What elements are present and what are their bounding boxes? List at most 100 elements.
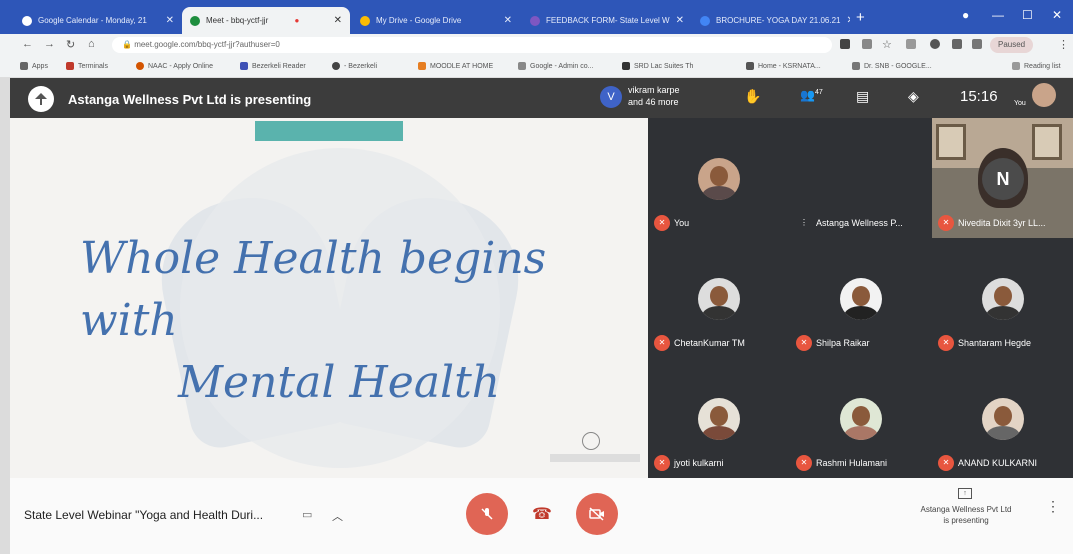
- extension-icon[interactable]: [906, 39, 916, 49]
- bookmark-icon: [518, 62, 526, 70]
- self-avatar[interactable]: [1032, 83, 1056, 107]
- participant-name: ChetanKumar TM: [674, 338, 745, 348]
- reload-icon[interactable]: ↻: [66, 38, 75, 51]
- star-icon[interactable]: ☆: [882, 38, 892, 51]
- present-screen-icon[interactable]: ↑: [958, 488, 972, 499]
- close-icon[interactable]: ✕: [498, 15, 512, 26]
- participant-name: jyoti kulkarni: [674, 458, 724, 468]
- bookmark-bezerkeli-reader[interactable]: Bezerkeli Reader: [240, 62, 306, 70]
- tree-icon: [35, 93, 47, 105]
- participant-tile[interactable]: ✕ ANAND KULKARNI: [932, 358, 1073, 478]
- bookmark-naac[interactable]: NAAC - Apply Online: [136, 62, 213, 70]
- participant-tile[interactable]: N ✕ Nivedita Dixit 3yr LL...: [932, 118, 1073, 238]
- bookmark-icon: [418, 62, 426, 70]
- profile-paused-button[interactable]: Paused: [990, 37, 1034, 53]
- people-icon[interactable]: 👥47: [800, 88, 823, 102]
- puzzle-icon[interactable]: [952, 39, 962, 49]
- bookmark-label: Terminals: [78, 62, 108, 70]
- presentation-slide: Whole Health begins with Mental Health: [10, 118, 648, 478]
- avatar: [982, 278, 1024, 320]
- bookmark-reading-list[interactable]: Reading list: [1012, 62, 1061, 70]
- bookmark-apps[interactable]: Apps: [20, 62, 48, 70]
- close-icon[interactable]: ✕: [841, 15, 851, 26]
- leave-call-icon[interactable]: ☎: [532, 504, 552, 524]
- profile-icon[interactable]: ●: [962, 8, 969, 22]
- address-bar[interactable]: 🔒 meet.google.com/bbq-yctf-jjr?authuser=…: [112, 37, 832, 53]
- captions-icon[interactable]: ▭: [302, 508, 312, 521]
- bookmark-label: Apps: [32, 62, 48, 70]
- avatar: [840, 278, 882, 320]
- participant-tile[interactable]: ✕ ChetanKumar TM: [648, 238, 790, 358]
- extension-icon[interactable]: [930, 39, 940, 49]
- tab-label: My Drive - Google Drive: [376, 16, 462, 25]
- close-window-icon[interactable]: ✕: [1052, 8, 1062, 22]
- raise-hand-icon[interactable]: ✋: [744, 88, 761, 105]
- presenting-banner: Astanga Wellness Pvt Ltd is presenting: [68, 92, 312, 107]
- bookmark-google-admin[interactable]: Google - Admin co...: [518, 62, 593, 70]
- slide-logo: [582, 432, 600, 450]
- mic-off-icon: ✕: [938, 215, 954, 231]
- close-icon[interactable]: ✕: [670, 15, 684, 26]
- tab-google-drive[interactable]: My Drive - Google Drive ✕: [352, 7, 520, 34]
- participant-tile[interactable]: ✕ Rashmi Hulamani: [790, 358, 932, 478]
- tab-brochure[interactable]: BROCHURE- YOGA DAY 21.06.21 ✕: [692, 7, 850, 34]
- activities-icon[interactable]: ◈: [908, 88, 919, 105]
- tab-google-calendar[interactable]: Google Calendar - Monday, 21 ✕: [14, 7, 182, 34]
- participant-tile-presenter[interactable]: ⋮ Astanga Wellness P...: [790, 118, 1073, 238]
- camera-off-icon: [589, 507, 604, 521]
- chat-icon[interactable]: ▤: [856, 88, 869, 105]
- tab-label: Google Calendar - Monday, 21: [38, 16, 147, 25]
- quote-line-2: Mental Health: [178, 357, 501, 408]
- tab-feedback-form[interactable]: FEEDBACK FORM- State Level W ✕: [522, 7, 690, 34]
- share-icon[interactable]: [862, 39, 872, 49]
- back-icon[interactable]: ←: [22, 38, 33, 50]
- bookmark-home[interactable]: Home - KSRNATA...: [746, 62, 821, 70]
- viewer-summary[interactable]: vikram karpe and 46 more: [628, 84, 680, 108]
- meeting-title[interactable]: State Level Webinar "Yoga and Health Dur…: [24, 508, 263, 522]
- forward-icon[interactable]: →: [44, 38, 55, 50]
- pin-icon[interactable]: [972, 39, 982, 49]
- bookmark-dr-snb[interactable]: Dr. SNB - GOOGLE...: [852, 62, 932, 70]
- participant-tile[interactable]: ✕ jyoti kulkarni: [648, 358, 790, 478]
- maximize-icon[interactable]: ☐: [1022, 8, 1033, 22]
- mic-off-icon: ✕: [796, 455, 812, 471]
- bookmark-srd[interactable]: SRD Lac Suites Th: [622, 62, 693, 70]
- bookmark-icon: [66, 62, 74, 70]
- close-icon[interactable]: ✕: [160, 15, 174, 26]
- mic-toggle-button[interactable]: [466, 493, 508, 535]
- mic-off-icon: ✕: [654, 215, 670, 231]
- menu-icon[interactable]: ⋮: [1058, 38, 1069, 51]
- lock-icon: 🔒: [122, 40, 135, 49]
- participant-name: Rashmi Hulamani: [816, 458, 888, 468]
- camera-toggle-button[interactable]: [576, 493, 618, 535]
- bookmark-label: Dr. SNB - GOOGLE...: [864, 62, 932, 70]
- new-tab-button[interactable]: +: [856, 9, 865, 26]
- avatar: [698, 158, 740, 200]
- bookmark-bezerkeli[interactable]: - Bezerkeli: [332, 62, 377, 70]
- bookmark-label: MOODLE AT HOME: [430, 62, 494, 70]
- camera-icon[interactable]: [840, 39, 850, 49]
- tab-meet[interactable]: Meet - bbq-yctf-jjr ● ✕: [182, 7, 350, 34]
- bookmark-label: - Bezerkeli: [344, 62, 378, 70]
- browser-toolbar: ← → ↻ ⌂ 🔒 meet.google.com/bbq-yctf-jjr?a…: [0, 34, 1073, 56]
- tab-label: FEEDBACK FORM- State Level W: [546, 16, 670, 25]
- chevron-up-icon[interactable]: ︿: [332, 508, 343, 524]
- clock: 15:16: [960, 88, 998, 105]
- calendar-icon: [22, 15, 32, 26]
- participant-name: Nivedita Dixit 3yr LL...: [958, 218, 1046, 228]
- home-icon[interactable]: ⌂: [88, 38, 95, 50]
- bookmark-icon: [852, 62, 860, 70]
- bookmark-moodle[interactable]: MOODLE AT HOME: [418, 62, 493, 70]
- participant-tile[interactable]: ✕ You: [648, 118, 790, 238]
- bookmark-terminals[interactable]: Terminals: [66, 62, 108, 70]
- close-icon[interactable]: ✕: [326, 15, 342, 26]
- more-options-icon[interactable]: ⋮: [1046, 498, 1060, 515]
- viewer-avatar: V: [600, 86, 622, 108]
- quote-line-1: Whole Health begins with: [80, 233, 547, 346]
- bookmark-icon: [136, 62, 144, 70]
- bookmark-icon: [240, 62, 248, 70]
- mic-off-icon: ✕: [654, 335, 670, 351]
- minimize-icon[interactable]: —: [992, 8, 1004, 22]
- participant-tile[interactable]: ✕ Shantaram Hegde: [932, 238, 1073, 358]
- participant-tile[interactable]: ✕ Shilpa Raikar: [790, 238, 932, 358]
